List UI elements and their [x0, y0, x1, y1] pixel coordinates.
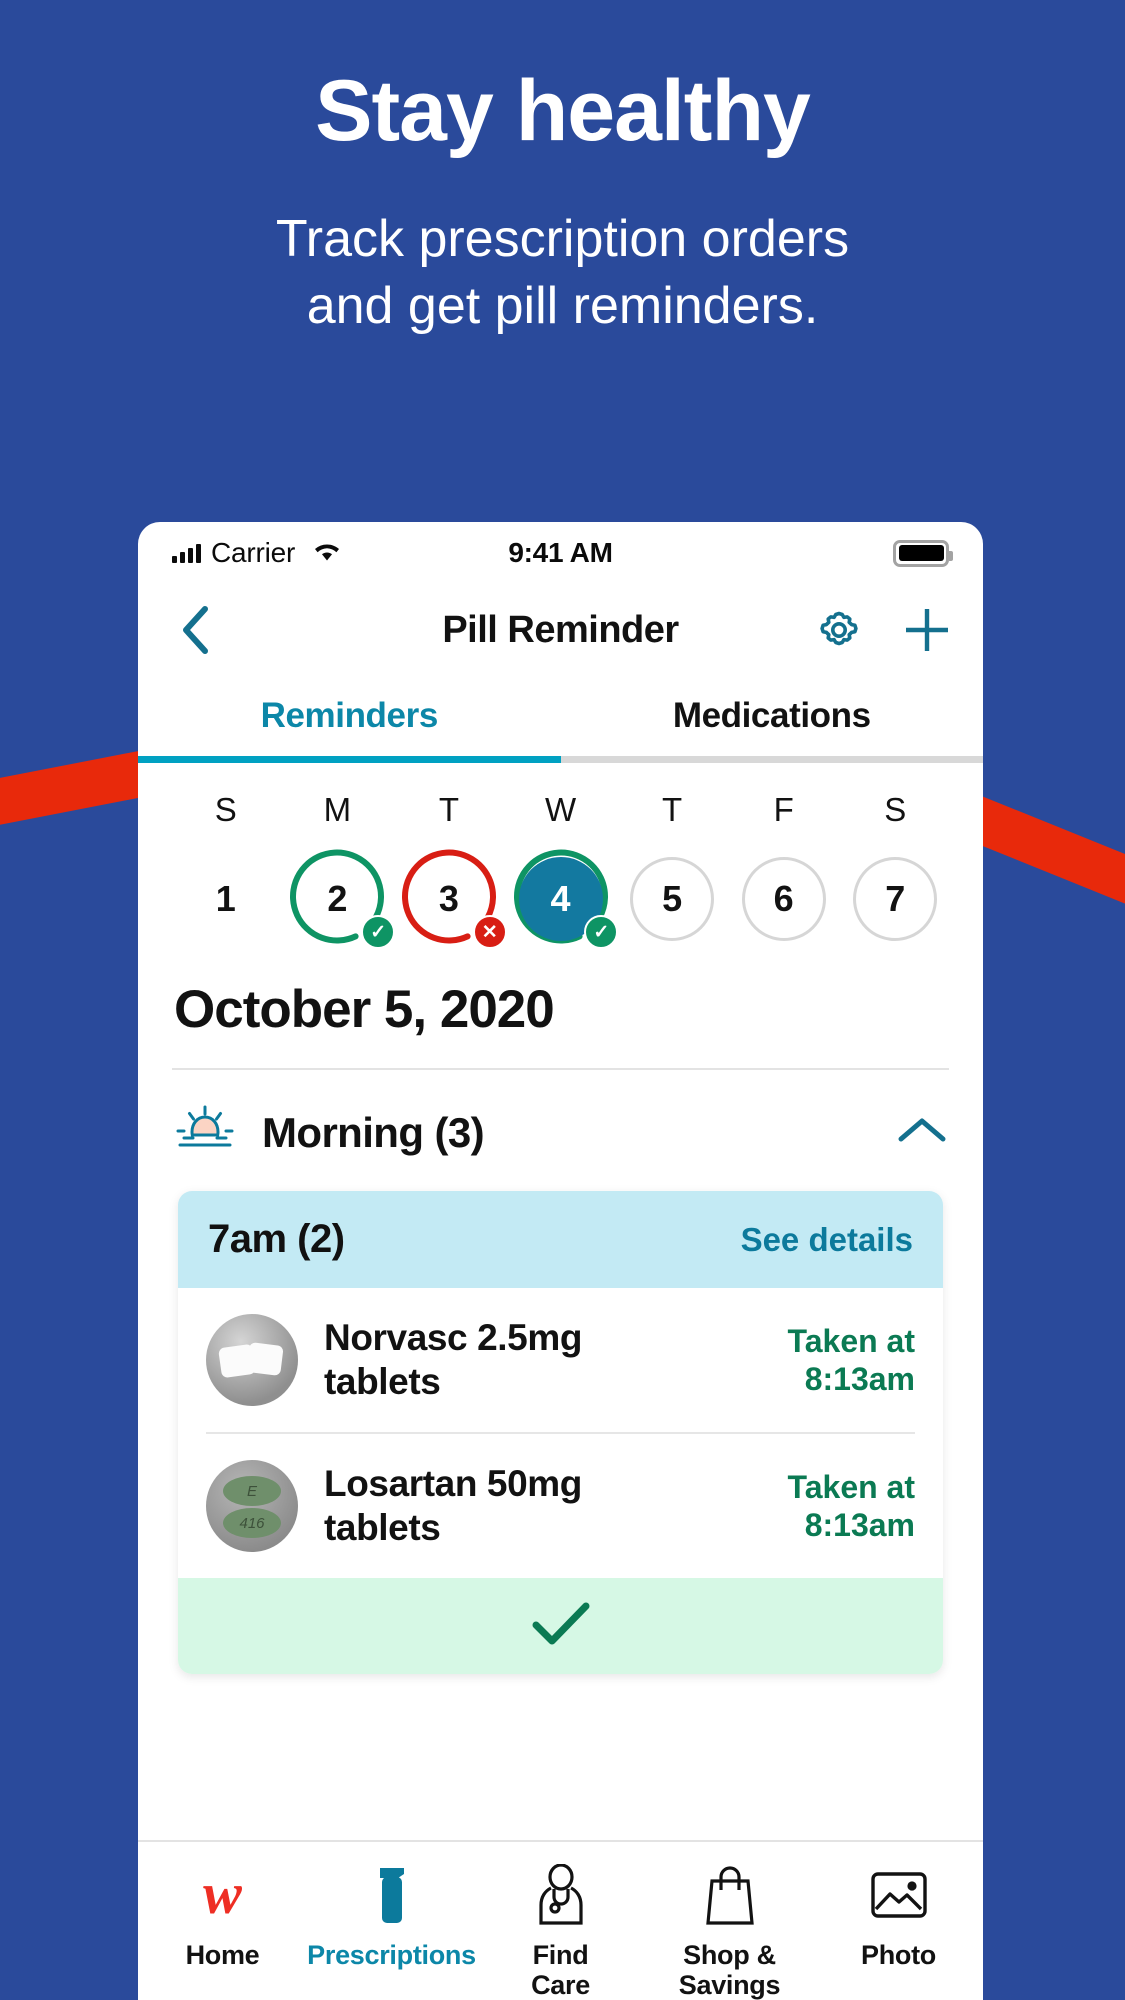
- day-number: 7: [853, 857, 938, 941]
- day-number: 6: [741, 857, 826, 941]
- reminder-time-label: 7am (2): [208, 1217, 345, 1261]
- selected-date-header: October 5, 2020: [138, 969, 983, 1068]
- promo-text-block: Stay healthy Track prescription orders a…: [0, 0, 1125, 339]
- nav-label: Prescriptions: [307, 1939, 476, 1970]
- weekday-label: T: [662, 791, 683, 828]
- nav-item-find-care[interactable]: Find Care: [476, 1856, 645, 2000]
- day-cell-5[interactable]: 5: [616, 851, 728, 947]
- day-number: 1: [215, 878, 236, 919]
- wifi-icon: [311, 538, 343, 569]
- nav-label: Home: [185, 1939, 260, 1970]
- doctor-icon: [535, 1862, 587, 1928]
- battery-full-icon: [893, 539, 953, 567]
- medication-name: Losartan 50mg tablets: [324, 1463, 582, 1548]
- check-icon: [531, 1601, 591, 1652]
- weekday-label: T: [438, 791, 460, 828]
- nav-item-home[interactable]: w Home: [138, 1856, 307, 2000]
- weekday-label: M: [323, 791, 352, 828]
- chevron-up-icon[interactable]: [897, 1115, 947, 1150]
- morning-title: Morning (3): [262, 1108, 485, 1156]
- mark-taken-button[interactable]: [178, 1578, 943, 1674]
- see-details-link[interactable]: See details: [741, 1221, 913, 1259]
- signal-bars-icon: [172, 543, 201, 563]
- header-actions: [815, 604, 953, 656]
- medication-status: Taken at 8:13am: [787, 1322, 915, 1397]
- gear-icon[interactable]: [815, 606, 863, 654]
- day-cells: 1 2 ✓ 3 ✕ 4 ✓ 5 6 7: [170, 849, 951, 949]
- promo-subhead: Track prescription orders and get pill r…: [275, 210, 850, 335]
- weekday-label: W: [544, 791, 577, 828]
- day-cell-7[interactable]: 7: [839, 851, 951, 947]
- nav-item-shop-savings[interactable]: Shop & Savings: [645, 1856, 814, 2000]
- status-bar: Carrier 9:41 AM: [138, 522, 983, 584]
- reminder-card-header: 7am (2) See details: [178, 1191, 943, 1288]
- navigation-header: Pill Reminder: [138, 584, 983, 676]
- day-number: 5: [630, 857, 715, 941]
- tab-indicator: [138, 756, 983, 763]
- check-badge-icon: ✓: [584, 915, 619, 949]
- plus-icon[interactable]: [901, 604, 953, 656]
- tab-indicator-active: [138, 756, 561, 763]
- x-badge-icon: ✕: [472, 915, 507, 949]
- sunrise-icon: [174, 1104, 236, 1161]
- pill-bottle-icon: [369, 1862, 415, 1928]
- week-calendar: S M T W T F S 1 2 ✓ 3 ✕ 4 ✓ 5 6 7: [138, 763, 983, 969]
- day-cell-1[interactable]: 1: [170, 851, 282, 947]
- medication-row[interactable]: Norvasc 2.5mg tablets Taken at 8:13am: [178, 1288, 943, 1432]
- nav-label: Find Care: [531, 1939, 590, 2000]
- tab-bar: Reminders Medications: [138, 676, 983, 756]
- nav-item-photo[interactable]: Photo: [814, 1856, 983, 2000]
- weekday-label: S: [214, 791, 237, 828]
- tab-reminders[interactable]: Reminders: [138, 676, 561, 756]
- carrier-label: Carrier: [211, 537, 296, 568]
- day-cell-4[interactable]: 4 ✓: [505, 849, 619, 949]
- check-badge-icon: ✓: [361, 915, 396, 949]
- tab-medications[interactable]: Medications: [561, 676, 984, 756]
- bottom-navigation: w Home Prescriptions Find Care Shop & Sa…: [138, 1839, 983, 2000]
- phone-mockup: Carrier 9:41 AM Pill Reminder Reminders …: [138, 522, 983, 2000]
- reminder-card: 7am (2) See details Norvasc 2.5mg tablet…: [178, 1191, 943, 1674]
- white-round-tablets-photo: [206, 1314, 298, 1406]
- nav-label: Shop & Savings: [678, 1939, 781, 2000]
- day-cell-6[interactable]: 6: [728, 851, 840, 947]
- promo-headline: Stay healthy: [315, 63, 811, 159]
- green-oval-tablets-photo: E 416: [206, 1460, 298, 1552]
- medication-row[interactable]: E 416 Losartan 50mg tablets Taken at 8:13…: [178, 1434, 943, 1578]
- day-cell-2[interactable]: 2 ✓: [282, 849, 396, 949]
- weekday-label: S: [884, 791, 907, 828]
- nav-item-prescriptions[interactable]: Prescriptions: [307, 1856, 476, 2000]
- nav-label: Photo: [861, 1939, 936, 1970]
- medication-status: Taken at 8:13am: [787, 1468, 915, 1543]
- morning-section-header[interactable]: Morning (3): [138, 1070, 983, 1191]
- date-text: October 5, 2020: [174, 980, 555, 1039]
- status-left: Carrier: [172, 537, 343, 569]
- weekday-labels: S M T W T F S: [170, 791, 951, 829]
- back-button[interactable]: [168, 604, 222, 656]
- tab-indicator-inactive: [560, 756, 983, 763]
- walgreens-w-logo-icon: w: [203, 1861, 242, 1927]
- day-cell-3[interactable]: 3 ✕: [393, 849, 507, 949]
- photo-icon: [870, 1862, 928, 1928]
- shopping-bag-icon: [704, 1862, 756, 1928]
- weekday-label: F: [773, 791, 794, 828]
- status-right: [893, 539, 953, 567]
- medication-name: Norvasc 2.5mg tablets: [324, 1317, 583, 1402]
